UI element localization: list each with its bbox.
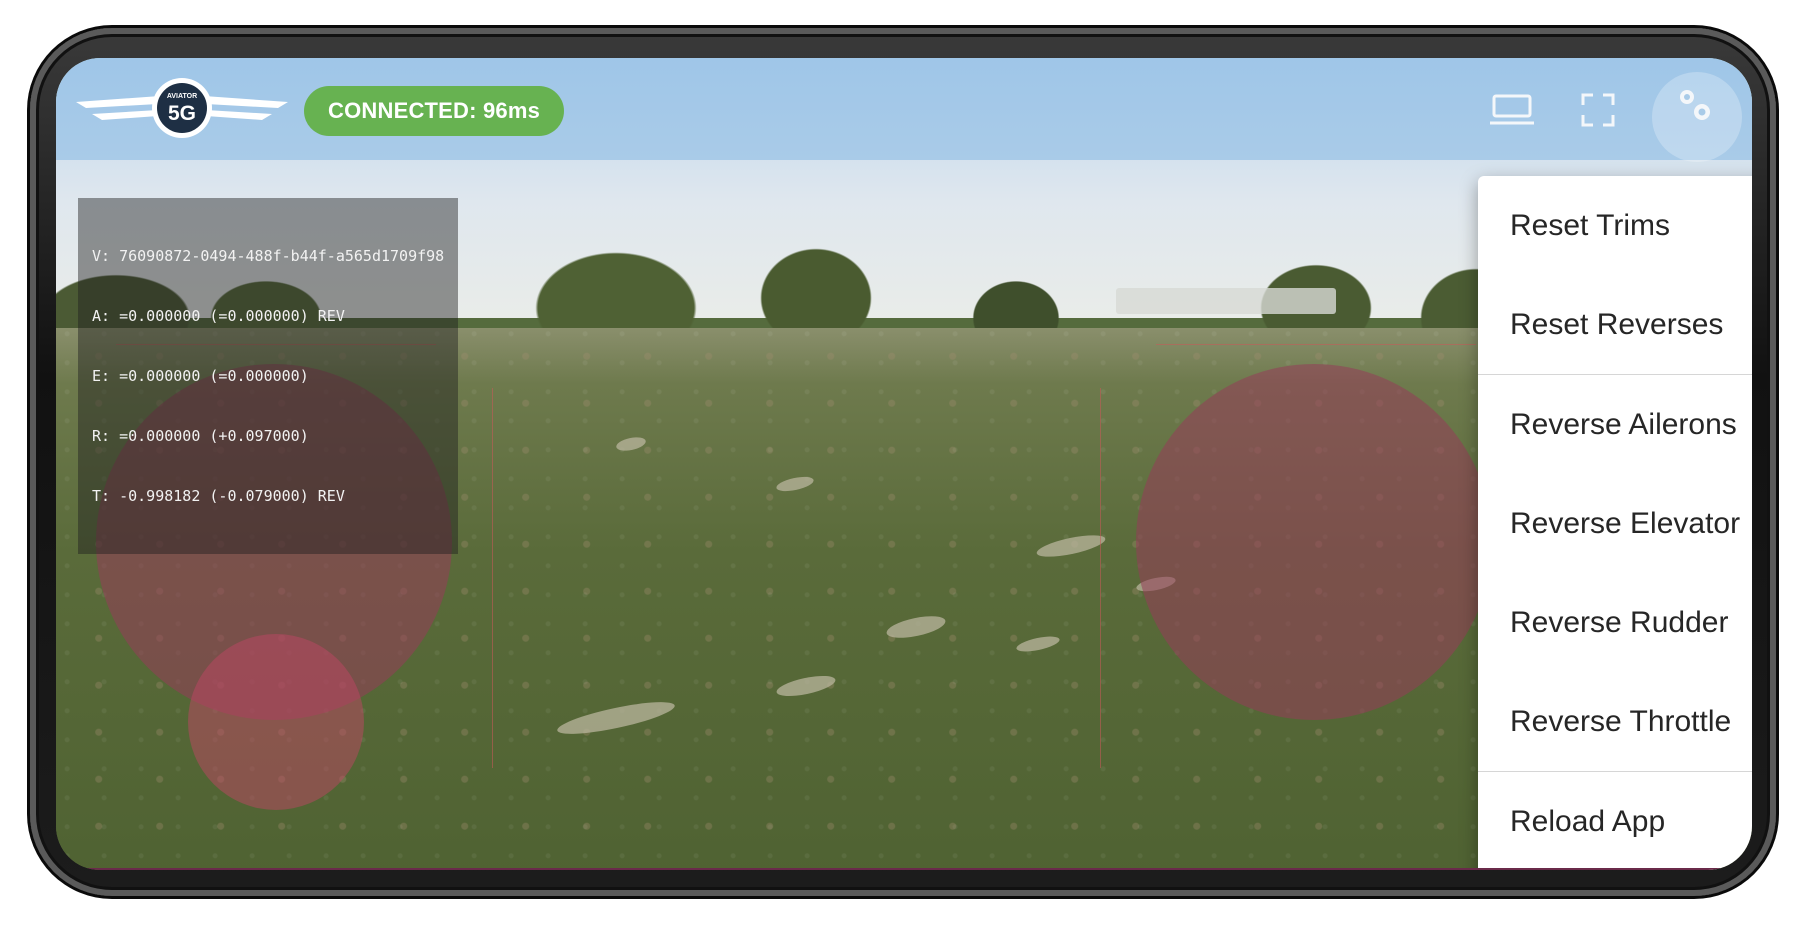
- telemetry-line-version: V: 76090872-0494-488f-b44f-a565d1709f98: [92, 247, 445, 265]
- menu-item-reload-app[interactable]: Reload App: [1478, 772, 1752, 870]
- telemetry-line-elevator: E: =0.000000 (=0.000000): [92, 367, 309, 385]
- logo-brand-main: 5G: [168, 102, 196, 125]
- right-stick-trim-guide: [1156, 344, 1476, 345]
- menu-item-reverse-rudder[interactable]: Reverse Rudder: [1478, 573, 1752, 672]
- connection-status-badge: CONNECTED: 96ms: [304, 86, 565, 136]
- gear-icon[interactable]: [1670, 80, 1718, 128]
- distant-buildings: [1116, 288, 1336, 314]
- screen-bottom-edge: [56, 868, 1752, 870]
- left-stick-vertical-guide: [492, 388, 493, 768]
- settings-menu: Reset Trims Reset Reverses Reverse Ailer…: [1478, 176, 1752, 870]
- telemetry-line-aileron: A: =0.000000 (=0.000000) REV: [92, 307, 345, 325]
- right-joystick[interactable]: [1136, 364, 1492, 720]
- menu-item-reverse-throttle[interactable]: Reverse Throttle: [1478, 672, 1752, 771]
- menu-item-reverse-ailerons[interactable]: Reverse Ailerons: [1478, 375, 1752, 474]
- telemetry-line-throttle: T: -0.998182 (-0.079000) REV: [92, 487, 345, 505]
- right-stick-vertical-guide: [1100, 388, 1101, 768]
- telemetry-line-rudder: R: =0.000000 (+0.097000): [92, 427, 309, 445]
- fullscreen-icon[interactable]: [1574, 86, 1622, 134]
- aviator-5g-logo: AVIATOR 5G: [72, 74, 292, 144]
- menu-item-reset-reverses[interactable]: Reset Reverses: [1478, 275, 1752, 374]
- menu-item-reverse-elevator[interactable]: Reverse Elevator: [1478, 474, 1752, 573]
- logo-brand-top: AVIATOR: [167, 93, 197, 100]
- cast-icon[interactable]: [1488, 86, 1536, 134]
- left-joystick-knob[interactable]: [188, 634, 364, 810]
- camera-view[interactable]: AVIATOR 5G CONNECTED: 96ms V: 76090872-0…: [56, 58, 1752, 870]
- telemetry-readout: V: 76090872-0494-488f-b44f-a565d1709f98 …: [78, 198, 459, 554]
- menu-item-reset-trims[interactable]: Reset Trims: [1478, 176, 1752, 275]
